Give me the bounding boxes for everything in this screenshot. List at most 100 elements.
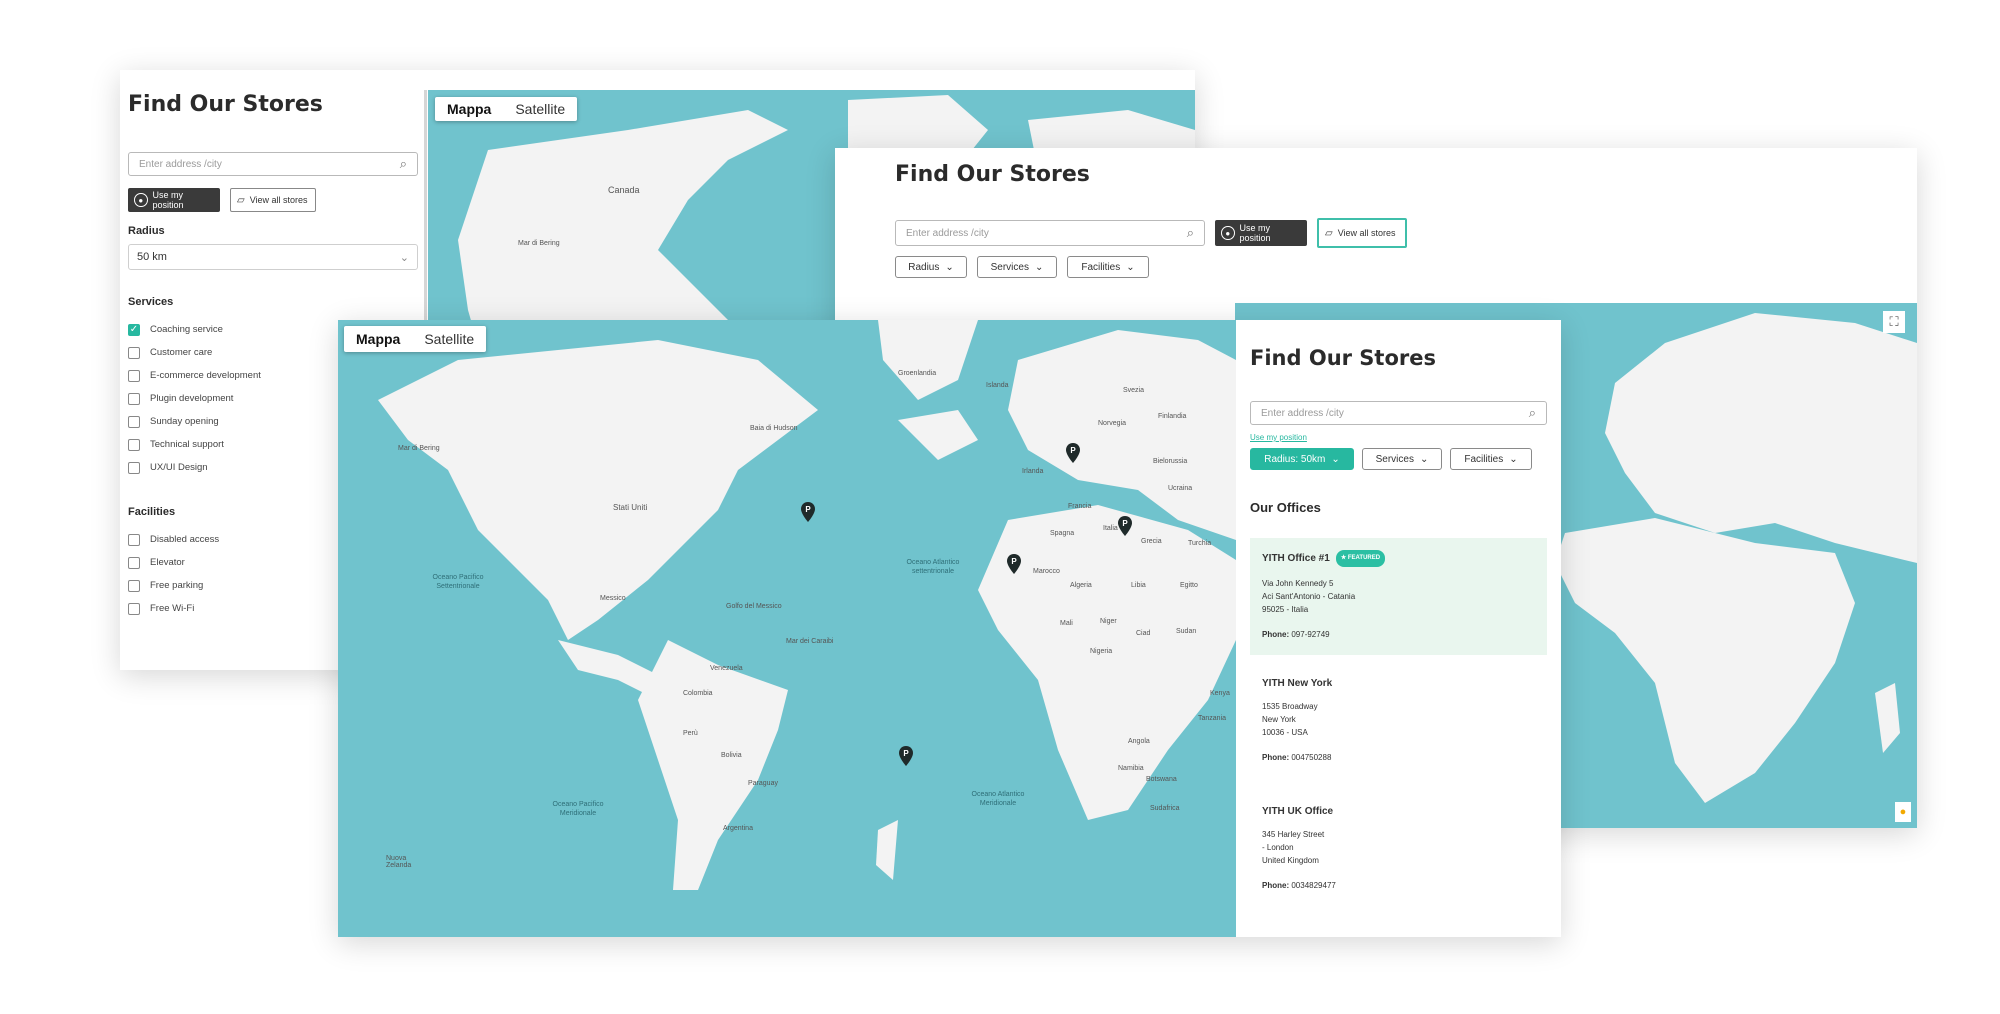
office-address-line: 10036 - USA: [1262, 728, 1308, 737]
map-type-control[interactable]: Mappa Satellite: [344, 326, 487, 352]
page-title: Find Our Stores: [895, 162, 1090, 187]
search-input[interactable]: Enter address /city ⌕: [1250, 401, 1547, 425]
search-input[interactable]: Enter address /city ⌕: [128, 152, 418, 176]
filter-services-label: Services: [1375, 453, 1414, 465]
radius-value: 50 km: [137, 251, 167, 263]
checkbox-row[interactable]: E-commerce development: [128, 364, 261, 387]
map-label: Nuova Zelanda: [386, 855, 412, 869]
map-type-control[interactable]: Mappa Satellite: [435, 97, 578, 121]
checkbox-label: Sunday opening: [150, 416, 219, 427]
filter-radius[interactable]: Radius: 50km ⌄: [1250, 448, 1354, 470]
office-address-line: 1535 Broadway: [1262, 702, 1318, 711]
radius-select[interactable]: 50 km ⌄: [128, 244, 418, 270]
use-position-link[interactable]: Use my position: [1250, 433, 1307, 442]
checkbox[interactable]: [128, 392, 140, 405]
ocean-label: Oceano Pacifico Meridionale: [552, 801, 604, 817]
facilities-label: Facilities: [128, 506, 176, 518]
page-title: Find Our Stores: [1250, 346, 1436, 370]
office-address-line: Aci Sant'Antonio - Catania: [1262, 592, 1356, 601]
filter-services[interactable]: Services ⌄: [977, 256, 1057, 278]
tab-map[interactable]: Mappa: [344, 326, 412, 352]
checkbox-label: Free Wi-Fi: [150, 603, 195, 614]
checkbox[interactable]: [128, 533, 140, 546]
map-label: Irlanda: [1022, 468, 1044, 475]
search-input[interactable]: Enter address /city ⌕: [895, 220, 1205, 246]
view-all-label: View all stores: [249, 195, 308, 205]
use-position-button[interactable]: ● Use my position: [1215, 220, 1307, 246]
phone-label: Phone:: [1262, 881, 1290, 890]
map-label: Svezia: [1123, 387, 1145, 394]
filter-facilities[interactable]: Facilities ⌄: [1450, 448, 1532, 470]
search-placeholder: Enter address /city: [906, 227, 989, 239]
search-icon[interactable]: ⌕: [1529, 405, 1536, 421]
svg-text:P: P: [903, 749, 909, 758]
map-label: Mar di Bering: [518, 240, 560, 247]
featured-badge: ★ FEATURED: [1335, 550, 1386, 567]
checkbox[interactable]: [128, 602, 140, 615]
checkbox-checked[interactable]: ✓: [128, 323, 140, 336]
checkbox[interactable]: [128, 556, 140, 569]
map-main[interactable]: Mappa Satellite Oceano Atlantico settent…: [338, 320, 1236, 937]
ocean-label: Oceano Pacifico Settentrionale: [432, 574, 484, 590]
checkbox-row[interactable]: UX/UI Design: [128, 456, 261, 479]
user-icon: ●: [134, 193, 148, 207]
filter-radius[interactable]: Radius ⌄: [895, 256, 967, 278]
phone-label: Phone:: [1262, 630, 1290, 639]
store-pin-brazil[interactable]: P: [899, 746, 913, 766]
checkbox-row[interactable]: Free Wi-Fi: [128, 597, 219, 620]
checkbox-row[interactable]: Technical support: [128, 433, 261, 456]
use-position-button[interactable]: ● Use my position: [128, 188, 220, 212]
view-all-stores-button[interactable]: ▱ View all stores: [1317, 218, 1407, 248]
search-icon[interactable]: ⌕: [400, 156, 407, 172]
checkbox-row[interactable]: Elevator: [128, 551, 219, 574]
checkbox[interactable]: [128, 461, 140, 474]
filter-radius-label: Radius: [908, 261, 940, 273]
store-pin-newyork[interactable]: P: [801, 502, 815, 522]
office-card[interactable]: YITH Office #1 ★ FEATURED Via John Kenned…: [1250, 538, 1547, 655]
checkbox-row[interactable]: ✓ Coaching service: [128, 318, 261, 341]
store-pin-canary[interactable]: P: [1007, 554, 1021, 574]
checkbox-row[interactable]: Plugin development: [128, 387, 261, 410]
map-label: Mar di Bering: [398, 445, 440, 452]
office-card[interactable]: YITH New York 1535 Broadway New York 100…: [1250, 665, 1547, 782]
store-pin-london[interactable]: P: [1066, 443, 1080, 463]
checkbox-row[interactable]: Disabled access: [128, 528, 219, 551]
checkbox[interactable]: [128, 346, 140, 359]
map-label: Norvegia: [1098, 420, 1127, 427]
chevron-down-icon: ⌄: [1034, 261, 1044, 273]
map-label: Sudafrica: [1150, 805, 1180, 812]
fullscreen-icon[interactable]: ⛶: [1883, 311, 1905, 333]
checkbox[interactable]: [128, 369, 140, 382]
map-label: Groenlandia: [898, 370, 937, 377]
checkbox-label: E-commerce development: [150, 370, 261, 381]
tab-satellite[interactable]: Satellite: [503, 97, 577, 121]
map-label: Mar dei Caraibi: [786, 638, 834, 645]
filter-services[interactable]: Services ⌄: [1362, 448, 1442, 470]
tab-satellite[interactable]: Satellite: [412, 326, 486, 352]
store-pin-catania[interactable]: P: [1118, 516, 1132, 536]
page-title: Find Our Stores: [128, 92, 323, 117]
checkbox-row[interactable]: Customer care: [128, 341, 261, 364]
map-label: Grecia: [1141, 538, 1162, 545]
view-all-stores-button[interactable]: ▱ View all stores: [230, 188, 316, 212]
map-label: Spagna: [1050, 530, 1075, 537]
filter-radius-label: Radius: 50km: [1264, 453, 1326, 465]
filter-facilities[interactable]: Facilities ⌄: [1067, 256, 1149, 278]
map-icon: ▱: [237, 194, 245, 206]
pegman-icon[interactable]: ●: [1895, 802, 1911, 822]
checkbox-label: Technical support: [150, 439, 224, 450]
map-label: Venezuela: [710, 665, 743, 672]
checkbox[interactable]: [128, 438, 140, 451]
checkbox-row[interactable]: Free parking: [128, 574, 219, 597]
tab-map[interactable]: Mappa: [435, 97, 503, 121]
search-icon[interactable]: ⌕: [1187, 225, 1194, 241]
checkbox[interactable]: [128, 415, 140, 428]
checkbox-row[interactable]: Sunday opening: [128, 410, 261, 433]
checkbox-label: Elevator: [150, 557, 185, 568]
office-card[interactable]: YITH UK Office 345 Harley Street - Londo…: [1250, 793, 1547, 910]
checkbox-label: Free parking: [150, 580, 204, 591]
map-label: Nigeria: [1090, 648, 1113, 655]
map-label: Turchia: [1188, 540, 1212, 547]
checkbox[interactable]: [128, 579, 140, 592]
map-label: Niger: [1100, 618, 1117, 625]
